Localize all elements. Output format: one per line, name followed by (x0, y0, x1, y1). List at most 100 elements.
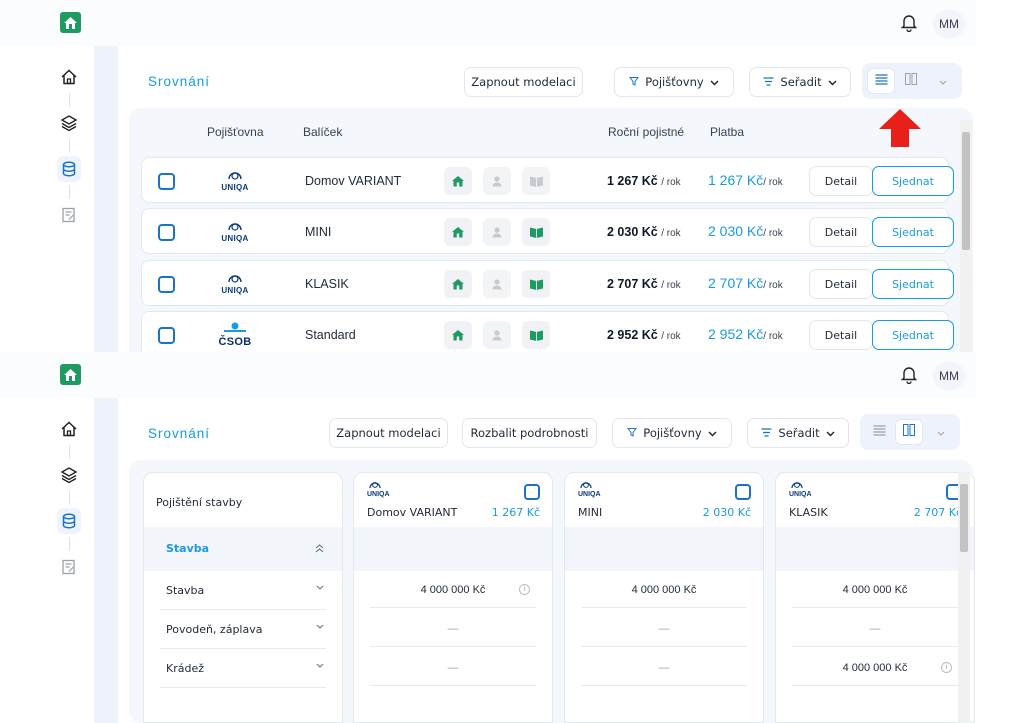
coverage-value-text: 4 000 000 Kč (842, 662, 908, 674)
layers-icon[interactable] (60, 114, 78, 132)
sign-button[interactable]: Sjednat (872, 269, 954, 299)
sign-button[interactable]: Sjednat (872, 166, 954, 196)
annual-premium: 1 267 Kč / rok (607, 174, 681, 188)
layers-icon[interactable] (60, 466, 78, 484)
compare-scrollbar[interactable] (958, 472, 970, 723)
info-icon[interactable]: i (519, 584, 530, 595)
select-checkbox[interactable] (158, 173, 175, 190)
annual-unit: / rok (661, 331, 681, 342)
detail-button[interactable]: Detail (809, 269, 873, 299)
user-avatar[interactable]: MM (933, 10, 965, 38)
select-checkbox[interactable] (158, 224, 175, 241)
insurers-filter-button[interactable]: Pojišťovny (614, 67, 734, 97)
package-price: 2 030 Kč (702, 506, 751, 519)
scrollbar-thumb[interactable] (960, 484, 968, 552)
row-divider (160, 687, 326, 688)
liability-coverage-icon (483, 270, 511, 298)
liability-coverage-icon (483, 218, 511, 246)
annual-unit: / rok (661, 177, 681, 188)
bell-icon[interactable] (900, 14, 918, 33)
database-icon[interactable] (60, 160, 78, 178)
expand-details-label: Rozbalit podrobnosti (470, 426, 589, 440)
list-scrollbar[interactable] (960, 120, 972, 352)
criteria-row[interactable]: Povodeň, záplava (144, 610, 342, 649)
contents-coverage-icon (522, 321, 550, 349)
user-avatar[interactable]: MM (933, 362, 965, 390)
scrollbar-thumb[interactable] (962, 132, 970, 250)
criteria-row[interactable]: Stavba (144, 571, 342, 610)
sort-icon (761, 426, 772, 440)
database-icon[interactable] (60, 512, 78, 530)
insurer-logo: UNIQA (212, 166, 258, 196)
coverage-value-text: — (658, 662, 670, 674)
row-divider (792, 685, 958, 686)
package-column: UNIQA Domov VARIANT 1 267 Kč 4 000 000 Kč i —… (353, 472, 553, 723)
enable-modeling-button[interactable]: Zapnout modelaci (464, 67, 583, 97)
building-coverage-icon (444, 218, 472, 246)
payment-value: 1 267 Kč (708, 172, 764, 188)
detail-button[interactable]: Detail (809, 166, 873, 196)
insurer-name: UNIQA (221, 285, 249, 295)
result-row[interactable]: UNIQA MINI 2 030 Kč / rok 2 030 Kč/ rok Deta… (141, 208, 954, 254)
sidebar-connector (69, 445, 70, 459)
app-logo[interactable] (60, 12, 81, 33)
criteria-row[interactable]: Krádež (144, 649, 342, 688)
home-icon[interactable] (60, 420, 78, 438)
result-row[interactable]: UNIQA Domov VARIANT 1 267 Kč / rok 1 267 Kč… (141, 157, 954, 203)
select-checkbox[interactable] (524, 484, 540, 500)
package-name: Standard (305, 328, 356, 342)
view-options-button[interactable] (928, 420, 954, 444)
criteria-label: Krádež (166, 662, 205, 675)
detail-button[interactable]: Detail (809, 217, 873, 247)
list-view-button[interactable] (868, 69, 894, 93)
payment-value: 2 707 Kč (708, 275, 764, 291)
select-checkbox[interactable] (735, 484, 751, 500)
sort-button[interactable]: Seřadit (749, 67, 851, 97)
document-edit-icon[interactable] (60, 206, 78, 224)
chevron-down-icon[interactable] (316, 622, 324, 632)
contents-coverage-icon (522, 218, 550, 246)
chevron-down-icon (826, 426, 835, 440)
coverage-value: — (354, 610, 552, 648)
bell-icon[interactable] (900, 366, 918, 385)
sign-label: Sjednat (892, 174, 934, 188)
enable-modeling-button[interactable]: Zapnout modelaci (329, 418, 448, 448)
columns-view-button[interactable] (896, 420, 922, 444)
result-row[interactable]: ČSOB Standard 2 952 Kč / rok 2 952 Kč/ rok D… (141, 311, 954, 352)
payment-amount: 2 952 Kč/ rok (708, 326, 783, 342)
chevron-down-icon[interactable] (316, 583, 324, 593)
coverage-value: — (776, 610, 974, 648)
insurers-filter-button[interactable]: Pojišťovny (612, 418, 732, 448)
detail-label: Detail (824, 174, 858, 188)
section-stavba[interactable]: Stavba (144, 527, 342, 571)
view-toggle-group (860, 414, 960, 450)
payment-unit: / rok (763, 177, 783, 188)
insurer-name: UNIQA (221, 233, 249, 243)
expand-details-button[interactable]: Rozbalit podrobnosti (462, 418, 597, 448)
detail-button[interactable]: Detail (809, 320, 873, 350)
select-checkbox[interactable] (158, 327, 175, 344)
annual-amount: 1 267 Kč (607, 174, 658, 188)
sign-label: Sjednat (892, 328, 934, 342)
list-view-button[interactable] (866, 420, 892, 444)
payment-amount: 2 707 Kč/ rok (708, 275, 783, 291)
columns-view-button[interactable] (898, 69, 924, 93)
result-row[interactable]: UNIQA KLASIK 2 707 Kč / rok 2 707 Kč/ rok De… (141, 260, 954, 306)
insurer-name: ČSOB (218, 336, 252, 348)
home-icon[interactable] (60, 68, 78, 86)
payment-value: 2 952 Kč (708, 326, 764, 342)
select-checkbox[interactable] (158, 276, 175, 293)
chevron-down-icon[interactable] (316, 661, 324, 671)
sign-button[interactable]: Sjednat (872, 217, 954, 247)
app-logo[interactable] (60, 364, 81, 385)
view-options-button[interactable] (930, 69, 956, 93)
sidebar (40, 398, 94, 718)
top-bar: MM (0, 0, 976, 46)
info-icon[interactable]: i (941, 662, 952, 673)
sort-button[interactable]: Seřadit (747, 418, 849, 448)
chevron-up-icon[interactable] (315, 540, 324, 558)
document-edit-icon[interactable] (60, 558, 78, 576)
sign-button[interactable]: Sjednat (872, 320, 954, 350)
package-name: KLASIK (789, 506, 828, 519)
payment-amount: 2 030 Kč/ rok (708, 223, 783, 239)
